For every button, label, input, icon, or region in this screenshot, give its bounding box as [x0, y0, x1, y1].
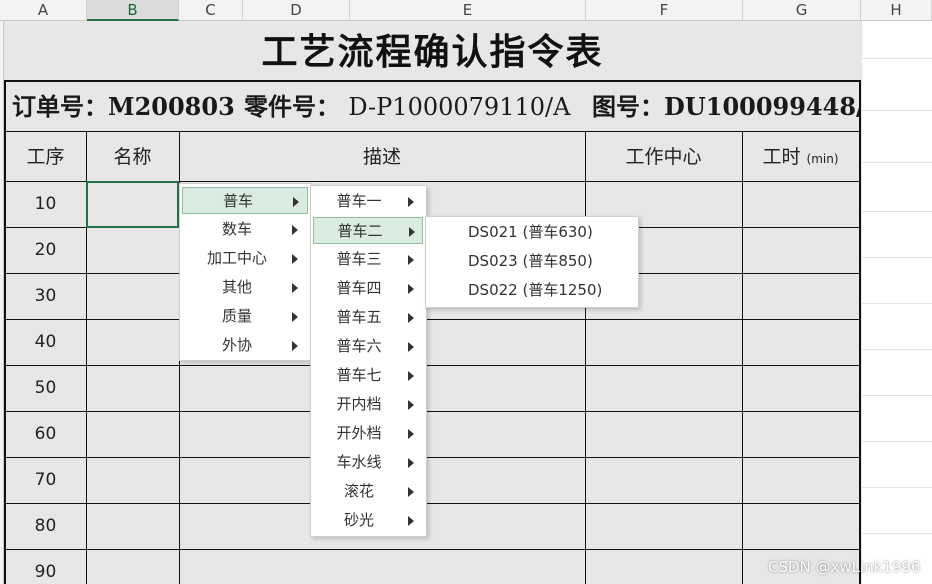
menu2-item-label: 滚花: [343, 482, 374, 500]
column-header-b[interactable]: B: [87, 0, 179, 21]
row-process-10[interactable]: 10: [4, 194, 87, 214]
drawing-value: DU100099448/A: [664, 92, 859, 121]
submenu-arrow-icon: [408, 516, 414, 526]
menu1-item-label: 加工中心: [206, 249, 267, 267]
submenu-arrow-icon: [408, 255, 414, 265]
menu2-item[interactable]: 车水线: [313, 449, 423, 476]
submenu-arrow-icon: [409, 227, 415, 237]
submenu-arrow-icon: [408, 342, 414, 352]
menu2-item[interactable]: 普车三: [313, 246, 423, 273]
column-header-h[interactable]: H: [861, 0, 932, 21]
menu1-item-outsourcing[interactable]: 外协: [182, 332, 308, 359]
header-work-center: 工作中心: [625, 146, 702, 168]
row-process-20[interactable]: 20: [4, 240, 87, 260]
menu1-item-label: 外协: [221, 336, 252, 354]
menu1-item-label: 普车: [222, 192, 253, 210]
submenu-arrow-icon: [408, 487, 414, 497]
header-description: 描述: [362, 146, 401, 168]
column-header-f[interactable]: F: [586, 0, 743, 21]
menu2-item-label: 普车一: [336, 192, 382, 210]
part-label: 零件号：: [244, 92, 340, 121]
column-header-d[interactable]: D: [243, 0, 350, 21]
submenu-arrow-icon: [408, 400, 414, 410]
menu2-item-selected[interactable]: 普车二: [313, 217, 423, 244]
menu2-item-label: 普车六: [336, 337, 382, 355]
active-cell[interactable]: [86, 181, 179, 228]
drawing-number: 图号：DU100099448/A: [592, 82, 859, 131]
menu1-item-lathe[interactable]: 普车: [182, 187, 308, 214]
submenu-arrow-icon: [292, 225, 298, 235]
column-header-bar: A B C D E F G H: [0, 0, 932, 21]
order-number: 订单号：M200803: [12, 82, 235, 131]
menu2-item-label: 普车三: [336, 250, 382, 268]
submenu-arrow-icon: [292, 283, 298, 293]
row-process-30[interactable]: 30: [4, 286, 87, 306]
menu-level-1: 普车 数车 加工中心 其他 质量 外协: [179, 183, 312, 361]
submenu-arrow-icon: [408, 197, 414, 207]
column-header-a[interactable]: A: [0, 0, 87, 21]
menu2-item[interactable]: 开内档: [313, 391, 423, 418]
menu2-item[interactable]: 普车六: [313, 333, 423, 360]
menu1-item-label: 质量: [221, 307, 252, 325]
menu1-item-machining-center[interactable]: 加工中心: [182, 245, 308, 272]
menu3-item-ds023[interactable]: DS023 (普车850): [428, 248, 634, 275]
column-header-g[interactable]: G: [743, 0, 861, 21]
menu3-item-ds021[interactable]: DS021 (普车630): [428, 219, 634, 246]
submenu-arrow-icon: [408, 371, 414, 381]
part-value: D-P1000079110/A: [348, 93, 571, 121]
row-process-70[interactable]: 70: [4, 470, 87, 490]
row-process-40[interactable]: 40: [4, 332, 87, 352]
column-header-e[interactable]: E: [350, 0, 586, 21]
submenu-arrow-icon: [408, 313, 414, 323]
submenu-arrow-icon: [292, 341, 298, 351]
column-header-c[interactable]: C: [179, 0, 243, 21]
menu2-item[interactable]: 滚花: [313, 478, 423, 505]
drawing-label: 图号：: [592, 92, 664, 121]
menu-level-3: DS021 (普车630) DS023 (普车850) DS022 (普车125…: [425, 216, 639, 308]
order-label: 订单号：: [12, 92, 108, 121]
row-process-50[interactable]: 50: [4, 378, 87, 398]
menu2-item[interactable]: 普车五: [313, 304, 423, 331]
menu2-item[interactable]: 砂光: [313, 507, 423, 534]
header-name: 名称: [113, 146, 152, 168]
row-process-80[interactable]: 80: [4, 516, 87, 536]
menu2-item-label: 砂光: [343, 511, 374, 529]
menu1-item-cnc[interactable]: 数车: [182, 216, 308, 243]
header-hours-unit: (min): [806, 152, 839, 166]
menu2-item-label: 普车五: [336, 308, 382, 326]
submenu-arrow-icon: [293, 197, 299, 207]
menu1-item-quality[interactable]: 质量: [182, 303, 308, 330]
menu2-item[interactable]: 普车一: [313, 188, 423, 215]
submenu-arrow-icon: [292, 254, 298, 264]
menu2-item-label: 普车二: [337, 222, 383, 240]
submenu-arrow-icon: [408, 458, 414, 468]
sheet-title: 工艺流程确认指令表: [261, 31, 604, 73]
part-number: 零件号： D-P1000079110/A: [244, 82, 571, 131]
menu2-item[interactable]: 普车七: [313, 362, 423, 389]
watermark: CSDN @xwLink1996: [768, 558, 921, 576]
column-h-cells[interactable]: [861, 21, 932, 584]
row-process-60[interactable]: 60: [4, 424, 87, 444]
menu2-item-label: 普车四: [336, 279, 382, 297]
menu2-item[interactable]: 开外档: [313, 420, 423, 447]
submenu-arrow-icon: [292, 312, 298, 322]
menu1-item-label: 数车: [221, 220, 252, 238]
row-process-90[interactable]: 90: [4, 562, 87, 582]
submenu-arrow-icon: [408, 429, 414, 439]
menu3-item-ds022[interactable]: DS022 (普车1250): [428, 277, 634, 304]
header-hours-label: 工时: [762, 146, 801, 168]
order-value: M200803: [108, 92, 235, 121]
header-process: 工序: [26, 146, 65, 168]
header-hours: 工时 (min): [742, 132, 859, 182]
menu-level-2: 普车一 普车二 普车三 普车四 普车五 普车六 普车七 开内档 开外档 车水线 …: [310, 185, 427, 537]
menu2-item-label: 车水线: [336, 453, 382, 471]
menu2-item-label: 开外档: [336, 424, 382, 442]
menu1-item-other[interactable]: 其他: [182, 274, 308, 301]
menu2-item-label: 开内档: [336, 395, 382, 413]
info-row: 订单号：M200803 零件号： D-P1000079110/A 图号：DU10…: [4, 80, 861, 132]
menu1-item-label: 其他: [221, 278, 252, 296]
menu2-item[interactable]: 普车四: [313, 275, 423, 302]
submenu-arrow-icon: [408, 284, 414, 294]
menu2-item-label: 普车七: [336, 366, 382, 384]
